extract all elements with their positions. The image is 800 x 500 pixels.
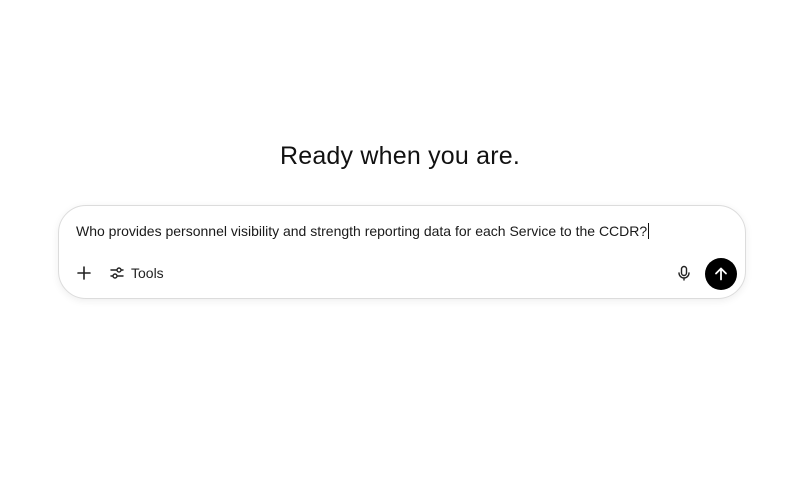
add-attachment-button[interactable] bbox=[71, 260, 97, 286]
tools-button[interactable]: Tools bbox=[105, 260, 168, 286]
prompt-composer: Who provides personnel visibility and st… bbox=[58, 205, 746, 299]
text-caret bbox=[648, 223, 650, 239]
microphone-icon bbox=[676, 265, 692, 281]
tools-label: Tools bbox=[131, 265, 164, 281]
voice-input-button[interactable] bbox=[671, 260, 697, 286]
arrow-up-icon bbox=[713, 266, 729, 282]
prompt-input[interactable]: Who provides personnel visibility and st… bbox=[76, 223, 650, 239]
plus-icon bbox=[76, 265, 92, 281]
send-button[interactable] bbox=[705, 258, 737, 290]
page-title: Ready when you are. bbox=[279, 142, 521, 170]
prompt-input-value: Who provides personnel visibility and st… bbox=[76, 223, 648, 239]
sliders-icon bbox=[109, 265, 125, 281]
page: Ready when you are. Who provides personn… bbox=[0, 0, 800, 500]
